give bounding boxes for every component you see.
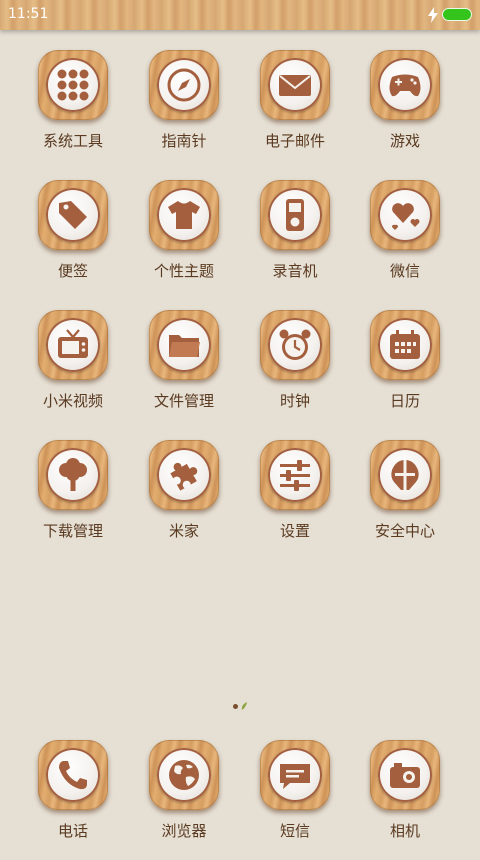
phone-icon [59,761,87,790]
app-label: 浏览器 [161,822,207,840]
app-icon-frame [38,440,108,510]
app-label: 短信 [279,822,310,840]
app-icon-frame [38,50,108,120]
app-games[interactable]: 游戏 [350,50,460,170]
lightning-bolt-icon [428,7,438,23]
calendar-icon [390,330,420,359]
status-time: 11:51 [8,6,49,22]
app-icon-frame [370,740,440,810]
app-calendar[interactable]: 日历 [350,310,460,430]
app-label: 个性主题 [153,262,214,280]
app-label: 电子邮件 [264,132,325,150]
app-themes[interactable]: 个性主题 [129,180,239,300]
app-label: 日历 [389,392,420,410]
app-mi-home[interactable]: 米家 [129,440,239,560]
app-label: 便签 [57,262,88,280]
app-icon-frame [260,740,330,810]
app-label: 小米视频 [42,392,103,410]
envelope-icon [279,75,311,96]
app-wechat[interactable]: 微信 [350,180,460,300]
app-icon-frame [149,440,219,510]
app-icon-frame [149,310,219,380]
app-icon-frame [149,180,219,250]
dock-browser[interactable]: 浏览器 [129,740,239,860]
app-label: 系统工具 [42,132,103,150]
app-icon-frame [38,740,108,810]
puzzle-icon [170,462,198,491]
compass-icon [167,68,201,102]
app-icon-frame [260,310,330,380]
dock-phone[interactable]: 电话 [18,740,128,860]
app-compass[interactable]: 指南针 [129,50,239,170]
app-settings[interactable]: 设置 [240,440,350,560]
app-icon-frame [370,180,440,250]
app-label: 游戏 [389,132,420,150]
dock-camera[interactable]: 相机 [350,740,460,860]
gamepad-icon [389,74,421,97]
app-icon-frame [260,50,330,120]
globe-icon [169,760,199,790]
app-system-tools[interactable]: 系统工具 [18,50,128,170]
status-bar: 11:51 [0,0,480,30]
folder-icon [169,335,200,357]
sliders-icon [280,460,310,491]
camera-icon [390,763,420,788]
app-label: 微信 [389,262,420,280]
app-security-center[interactable]: 安全中心 [350,440,460,560]
tree-icon [59,458,87,491]
page-indicator[interactable] [230,702,250,712]
app-icon-frame [260,180,330,250]
app-icon-frame [260,440,330,510]
app-label: 电话 [57,822,88,840]
app-label: 安全中心 [374,522,435,540]
hearts-icon [391,203,420,230]
app-icon-frame [370,50,440,120]
app-recorder[interactable]: 录音机 [240,180,350,300]
app-icon-frame [38,180,108,250]
shield-icon [391,460,419,490]
app-label: 下载管理 [42,522,103,540]
app-label: 时钟 [279,392,310,410]
app-label: 指南针 [161,132,207,150]
system-tools-folder-icon [57,69,89,101]
message-icon [280,764,310,789]
app-icon-frame [370,440,440,510]
app-file-manager[interactable]: 文件管理 [129,310,239,430]
app-downloads[interactable]: 下载管理 [18,440,128,560]
alarm-clock-icon [279,329,311,360]
app-label: 设置 [279,522,310,540]
tag-icon [59,201,87,229]
app-icon-frame [149,740,219,810]
app-notes[interactable]: 便签 [18,180,128,300]
app-label: 文件管理 [153,392,214,410]
battery-full-icon [442,8,472,21]
app-mi-video[interactable]: 小米视频 [18,310,128,430]
dock-messages[interactable]: 短信 [240,740,350,860]
app-label: 相机 [389,822,420,840]
page-dot-active [233,704,238,709]
app-label: 录音机 [272,262,318,280]
app-label: 米家 [168,522,199,540]
app-icon-frame [370,310,440,380]
leaf-icon [241,702,247,710]
app-icon-frame [38,310,108,380]
app-icon-frame [149,50,219,120]
tv-icon [58,329,88,358]
app-email[interactable]: 电子邮件 [240,50,350,170]
tshirt-icon [168,201,200,229]
app-clock[interactable]: 时钟 [240,310,350,430]
recorder-icon [286,199,304,231]
